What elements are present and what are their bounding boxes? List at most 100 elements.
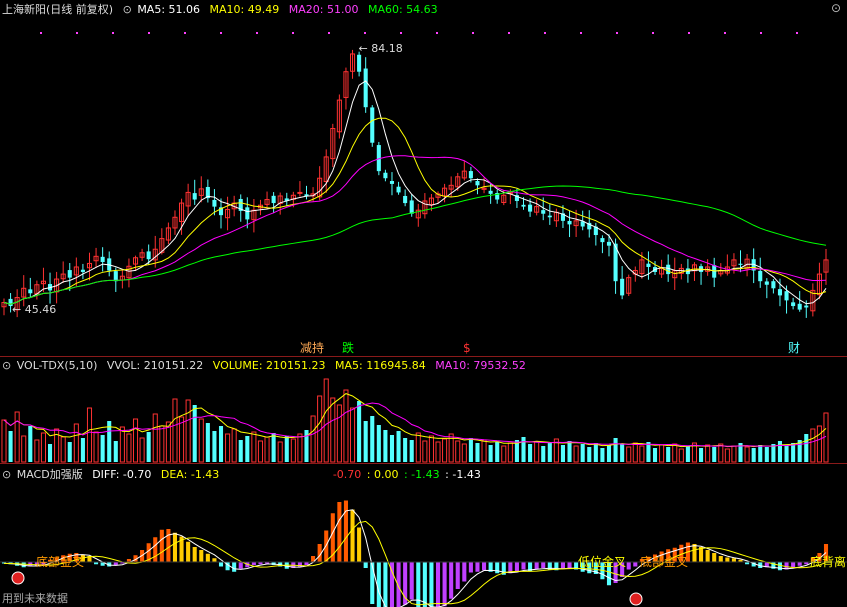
macd-histogram-bar: [718, 556, 723, 562]
volume-bar: [389, 435, 395, 462]
volume-bar: [521, 437, 526, 462]
top-marker-dot: [688, 32, 690, 34]
candle-body: [777, 289, 783, 296]
macd-histogram-bar: [692, 544, 697, 562]
candle-body: [541, 210, 546, 214]
ma20-label: MA20: 51.00: [288, 3, 359, 16]
volume-bar: [435, 441, 441, 463]
volume-bar: [718, 443, 724, 463]
candle-body: [738, 263, 743, 265]
macd-histogram-bar: [797, 562, 802, 566]
volume-bar: [639, 445, 645, 463]
vol-ma10-label: MA10: 79532.52: [435, 359, 526, 372]
volume-bar: [370, 416, 375, 462]
volume-bar: [251, 431, 257, 463]
candle-body: [67, 270, 72, 278]
volume-bar: [593, 443, 598, 462]
top-marker-dot: [220, 32, 222, 34]
volume-bar: [245, 436, 250, 462]
volume-bar: [415, 432, 421, 463]
macd-histogram-bar: [462, 562, 467, 582]
volume-bar: [501, 445, 507, 463]
chart-canvas[interactable]: ← 84.18← 45.46减持跌 $ 财底部金叉 低位金叉 底部金叉 底背离: [0, 0, 847, 607]
volume-bar: [40, 432, 46, 463]
volume-bar: [218, 426, 224, 462]
top-marker-dot: [436, 32, 438, 34]
expand-icon[interactable]: ⊙: [831, 1, 841, 15]
candle-body: [771, 281, 776, 289]
macd-settings-icon[interactable]: ⊙: [2, 468, 11, 481]
settings-icon[interactable]: ⊙: [123, 3, 132, 16]
macd-histogram-bar: [343, 500, 348, 562]
candle-body: [600, 238, 605, 243]
volume-bar: [47, 444, 53, 462]
candle-body: [363, 68, 368, 108]
macd-histogram-bar: [172, 532, 178, 562]
volume-indicator-name: VOL-TDX(5,10): [16, 359, 98, 372]
volume-bar: [705, 444, 711, 463]
volume-bar: [343, 389, 349, 463]
volume-bar: [442, 438, 448, 463]
volume-bar: [8, 431, 13, 462]
macd-histogram-bar: [514, 562, 519, 572]
volume-bar: [422, 440, 428, 463]
volume-bar: [383, 430, 388, 462]
candle-body: [297, 191, 303, 194]
candle-body: [389, 180, 395, 184]
volume-bar: [93, 431, 99, 463]
volume-bar: [816, 425, 822, 463]
macd-histogram-bar: [159, 529, 164, 562]
candle-body: [409, 200, 414, 214]
stock-chart-window[interactable]: ← 84.18 ← 45.46 减持跌 $ 财底部金叉 低位金叉 底部金叉 底背离 上海新阳(…: [0, 0, 847, 607]
macd-value-3: : -1.43: [403, 468, 440, 481]
diff-label: DIFF: -0.70: [92, 468, 152, 481]
volume-bar: [357, 401, 362, 462]
volume-bar: [659, 444, 665, 463]
candle-body: [620, 278, 625, 296]
volume-bar: [481, 439, 487, 463]
macd-histogram-bar: [791, 562, 796, 568]
candle-body: [403, 195, 408, 204]
event-marker: 减持: [300, 340, 324, 355]
candle-body: [357, 54, 362, 72]
volume-bar: [192, 405, 197, 462]
volume-bar: [547, 443, 552, 462]
volume-bar: [277, 441, 283, 463]
macd-value-1: -0.70: [332, 468, 362, 481]
macd-histogram-bar: [482, 562, 487, 571]
volume-bar: [652, 448, 658, 462]
candle-body: [271, 195, 276, 204]
top-marker-dot: [328, 32, 330, 34]
volume-bar: [21, 435, 27, 463]
volume-bar: [744, 446, 750, 463]
volume-bar: [323, 378, 329, 463]
volume-bar: [225, 433, 231, 463]
top-marker-dot: [652, 32, 654, 34]
volume-bar: [271, 433, 276, 462]
macd-histogram-bar: [199, 550, 204, 562]
volume-bar: [580, 444, 585, 462]
top-marker-dot: [256, 32, 258, 34]
volume-bar: [541, 446, 546, 462]
signal-ball-icon: [629, 592, 643, 606]
macd-histogram-bar: [218, 562, 224, 567]
candle-body: [113, 271, 118, 282]
candle-body: [245, 207, 250, 220]
volume-bar: [264, 436, 270, 463]
macd-histogram-bar: [435, 562, 441, 607]
volume-bar: [475, 443, 480, 462]
top-marker-dot: [40, 32, 42, 34]
ma10-label: MA10: 49.49: [209, 3, 280, 16]
volume-bar: [751, 448, 756, 462]
macd-histogram-bar: [370, 562, 375, 604]
ma20-line: [3, 155, 827, 305]
candle-body: [28, 289, 33, 294]
macd-histogram-bar: [705, 550, 710, 562]
macd-annotation: 底部金叉: [640, 554, 688, 569]
stock-title: 上海新阳(日线 前复权): [2, 3, 114, 16]
top-marker-dot: [112, 32, 114, 34]
volume-bar: [764, 447, 769, 462]
volume-settings-icon[interactable]: ⊙: [2, 359, 11, 372]
volume-bar: [784, 446, 789, 462]
volume-bar: [185, 399, 191, 463]
